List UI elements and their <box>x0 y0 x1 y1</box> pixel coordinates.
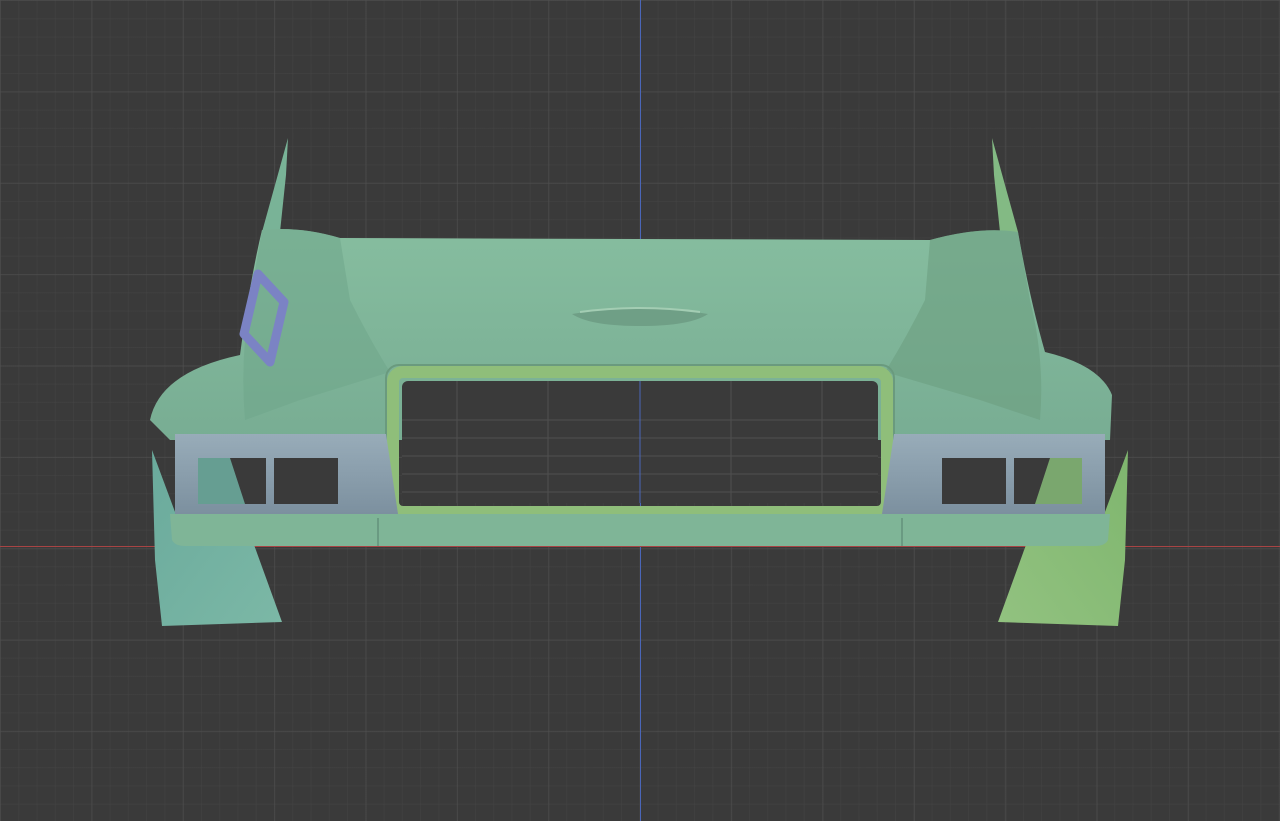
left-pillar[interactable] <box>262 138 288 232</box>
car-front-model[interactable] <box>0 0 1280 821</box>
3d-viewport[interactable] <box>0 0 1280 821</box>
left-fog-light-inner[interactable] <box>274 458 338 504</box>
right-fog-light-inner[interactable] <box>942 458 1006 504</box>
front-splitter[interactable] <box>170 514 1110 546</box>
right-pillar[interactable] <box>992 138 1018 232</box>
